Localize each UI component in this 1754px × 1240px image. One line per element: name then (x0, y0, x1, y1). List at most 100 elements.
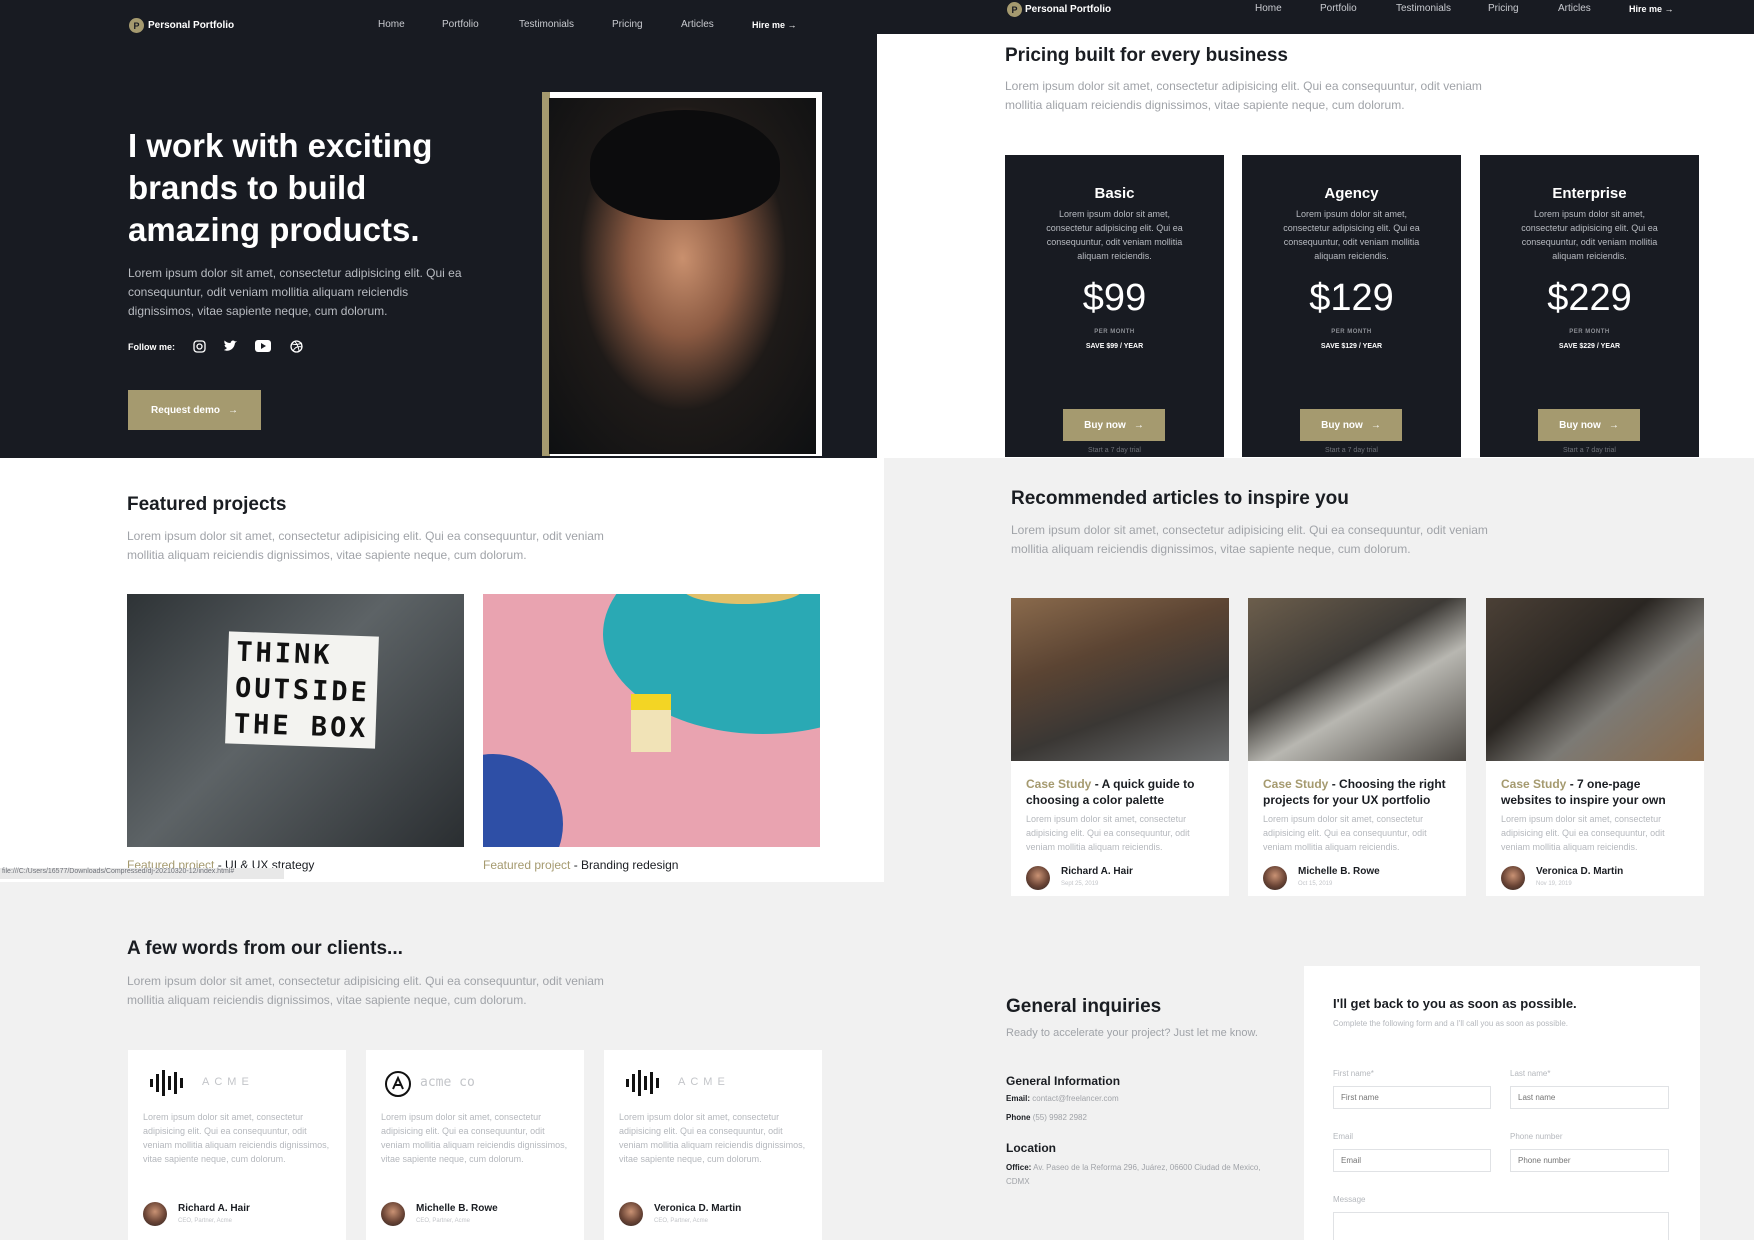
buy-now-button[interactable]: Buy now → (1538, 409, 1640, 441)
article-image (1486, 598, 1704, 761)
form-subtitle: Complete the following form and a I'll c… (1333, 1019, 1568, 1028)
coffee-cup (631, 694, 671, 752)
buy-now-button[interactable]: Buy now → (1300, 409, 1402, 441)
lightbox-line: THINK (235, 636, 334, 672)
request-demo-label: Request demo (151, 404, 220, 416)
article-title: Case Study - 7 one-page websites to insp… (1501, 776, 1691, 808)
testimonial-text: Lorem ipsum dolor sit amet, consectetur … (381, 1112, 568, 1164)
plan-desc: Lorem ipsum dolor sit amet, consectetur … (1521, 209, 1658, 261)
project-name: - Branding redesign (570, 858, 679, 872)
last-name-input[interactable] (1510, 1086, 1669, 1109)
dribbble-icon[interactable] (287, 338, 305, 354)
buy-now-label: Buy now (1559, 419, 1601, 431)
hire-me-label: Hire me (1629, 4, 1663, 14)
first-name-label: First name* (1333, 1069, 1374, 1078)
message-textarea[interactable] (1333, 1212, 1669, 1240)
buy-now-label: Buy now (1321, 419, 1363, 431)
hire-me-link[interactable]: Hire me → (752, 20, 797, 30)
nav-pricing[interactable]: Pricing (1488, 3, 1519, 14)
arrow-right-icon: → (1664, 4, 1674, 14)
inquiries-subtitle: Ready to accelerate your project? Just l… (1006, 1027, 1258, 1039)
nav-testimonials[interactable]: Testimonials (519, 19, 574, 30)
client-logo-text: ACME (678, 1076, 730, 1088)
article-tag: Case Study (1263, 777, 1329, 791)
plan-price: $229 (1547, 277, 1632, 319)
plan-desc: Lorem ipsum dolor sit amet, consectetur … (1283, 209, 1420, 261)
plan-card-basic: Basic Lorem ipsum dolor sit amet, consec… (1005, 155, 1224, 457)
testimonial-text: Lorem ipsum dolor sit amet, consectetur … (619, 1112, 806, 1164)
message-label: Message (1333, 1195, 1366, 1204)
pricing-title: Pricing built for every business (1005, 45, 1288, 66)
article-title: Case Study - Choosing the right projects… (1263, 776, 1453, 808)
trial-link[interactable]: Start a 7 day trial (1005, 447, 1224, 454)
article-card-2[interactable]: Case Study - Choosing the right projects… (1248, 598, 1466, 896)
plan-desc: Lorem ipsum dolor sit amet, consectetur … (1046, 209, 1183, 261)
plan-period: PER MONTH (1094, 329, 1135, 335)
arrow-right-icon: → (787, 20, 797, 30)
buy-now-button[interactable]: Buy now → (1063, 409, 1165, 441)
email-link[interactable]: contact@freelancer.com (1032, 1094, 1118, 1103)
arrow-right-icon: → (227, 404, 238, 416)
phone-input[interactable] (1510, 1149, 1669, 1172)
nav-portfolio[interactable]: Portfolio (442, 19, 479, 30)
testimonial-card-3: ACME Lorem ipsum dolor sit amet, consect… (604, 1050, 822, 1240)
nav-portfolio[interactable]: Portfolio (1320, 3, 1357, 14)
office-row: Office: Av. Paseo de la Reforma 296, Juá… (1006, 1161, 1276, 1189)
buy-now-label: Buy now (1084, 419, 1126, 431)
nav-articles[interactable]: Articles (681, 19, 714, 30)
lightbox-sign: THINK OUTSIDE THE BOX (225, 631, 379, 749)
article-desc: Lorem ipsum dolor sit amet, consectetur … (1501, 814, 1665, 852)
arrow-right-icon: → (1133, 419, 1144, 431)
plan-period: PER MONTH (1569, 329, 1610, 335)
articles-title: Recommended articles to inspire you (1011, 488, 1349, 509)
author-name: Richard A. Hair (1061, 866, 1133, 877)
nav-pricing[interactable]: Pricing (612, 19, 643, 30)
avatar (1026, 866, 1050, 890)
project-tag: Featured project (483, 858, 571, 872)
nav-home[interactable]: Home (378, 19, 405, 30)
wall-shape-blue (483, 754, 563, 847)
acme-logo-icon (626, 1070, 666, 1101)
nav-testimonials[interactable]: Testimonials (1396, 3, 1451, 14)
project-image-think[interactable]: THINK OUTSIDE THE BOX (127, 594, 464, 847)
article-title: Case Study - A quick guide to choosing a… (1026, 776, 1216, 808)
testimonial-card-2: acme co Lorem ipsum dolor sit amet, cons… (366, 1050, 584, 1240)
avatar (1263, 866, 1287, 890)
client-name: Richard A. Hair (178, 1203, 250, 1214)
twitter-icon[interactable] (221, 338, 239, 354)
client-role: CEO, Partner, Acme (654, 1218, 709, 1224)
article-card-1[interactable]: Case Study - A quick guide to choosing a… (1011, 598, 1229, 896)
project-image-cup[interactable] (483, 594, 820, 847)
office-label: Office: (1006, 1163, 1032, 1172)
article-desc: Lorem ipsum dolor sit amet, consectetur … (1026, 814, 1190, 852)
hero-body: Lorem ipsum dolor sit amet, consectetur … (128, 266, 462, 318)
youtube-icon[interactable] (254, 338, 272, 354)
lightbox-line: OUTSIDE (234, 672, 371, 709)
logo-icon[interactable]: P (129, 18, 144, 33)
article-image (1011, 598, 1229, 761)
avatar (381, 1202, 405, 1226)
article-date: Nov 19, 2019 (1536, 881, 1572, 887)
project-caption-2[interactable]: Featured project - Branding redesign (483, 858, 678, 872)
hire-me-link[interactable]: Hire me → (1629, 4, 1674, 14)
email-input[interactable] (1333, 1149, 1491, 1172)
article-date: Sept 25, 2019 (1061, 881, 1099, 887)
nav-articles[interactable]: Articles (1558, 3, 1591, 14)
article-image (1248, 598, 1466, 761)
article-card-3[interactable]: Case Study - 7 one-page websites to insp… (1486, 598, 1704, 896)
nav-home[interactable]: Home (1255, 3, 1282, 14)
logo-icon[interactable]: P (1007, 2, 1022, 17)
instagram-icon[interactable] (190, 338, 208, 354)
arrow-right-icon: → (1608, 419, 1619, 431)
first-name-input[interactable] (1333, 1086, 1491, 1109)
brand-name[interactable]: Personal Portfolio (148, 20, 234, 31)
plan-period: PER MONTH (1331, 329, 1372, 335)
request-demo-button[interactable]: Request demo → (128, 390, 261, 430)
brand-name[interactable]: Personal Portfolio (1025, 4, 1111, 15)
client-name: Veronica D. Martin (654, 1203, 742, 1214)
article-desc: Lorem ipsum dolor sit amet, consectetur … (1263, 814, 1427, 852)
trial-link[interactable]: Start a 7 day trial (1480, 447, 1699, 454)
plan-name: Basic (1094, 185, 1135, 202)
trial-link[interactable]: Start a 7 day trial (1242, 447, 1461, 454)
email-label: Email: (1006, 1094, 1031, 1103)
